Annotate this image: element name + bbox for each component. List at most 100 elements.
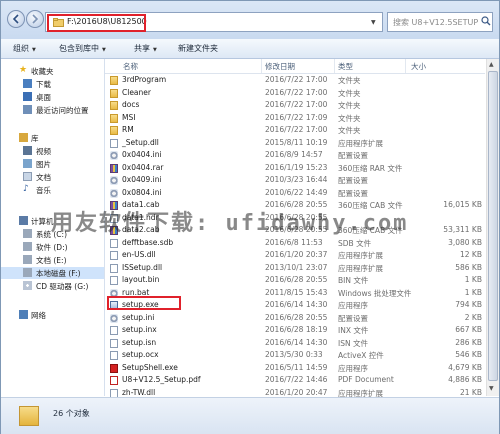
nav-videos[interactable]: 视频 [1, 145, 104, 157]
nav-drive-d[interactable]: 软件 (D:) [1, 241, 104, 253]
nav-desktop[interactable]: 桌面 [1, 91, 104, 103]
file-row[interactable]: docs 2016/7/22 17:00 文件夹 [105, 99, 485, 112]
file-row[interactable]: 0x0409.ini 2010/3/23 16:44 配置设置 [105, 174, 485, 187]
file-type: 文件夹 [338, 113, 361, 123]
drive-icon [23, 268, 32, 277]
file-row[interactable]: data1.cab 2016/6/28 20:55 360压缩 CAB 文件 16,0… [105, 199, 485, 212]
nav-network[interactable]: 网络 [1, 309, 104, 321]
file-name: Cleaner [122, 87, 151, 97]
nav-downloads[interactable]: 下载 [1, 78, 104, 90]
file-size: 12 KB [460, 250, 482, 259]
file-row[interactable]: ISSetup.dll 2013/10/1 23:07 应用程序扩展 586 KB [105, 262, 485, 275]
file-type: 文件夹 [338, 126, 361, 135]
file-row[interactable]: _Setup.dll 2015/8/11 10:19 应用程序扩展 [105, 137, 485, 150]
scroll-down-icon[interactable]: ▼ [489, 385, 494, 392]
nav-libraries[interactable]: 库 [1, 132, 104, 144]
file-icon [110, 138, 118, 148]
file-name: layout.bin [122, 275, 160, 284]
file-date: 2015/8/11 10:19 [265, 137, 328, 147]
column-separator[interactable] [261, 59, 262, 73]
file-row[interactable]: 0x0804.ini 2010/6/22 14:49 配置设置 [105, 187, 485, 200]
scrollbar-thumb[interactable] [488, 71, 498, 381]
file-row[interactable]: defftbase.sdb 2016/6/8 11:53 SDB 文件 3,080 K… [105, 237, 485, 250]
file-type: ActiveX 控件 [338, 351, 384, 360]
nav-favorites[interactable]: ★ 收藏夹 [1, 65, 104, 77]
back-button[interactable] [7, 10, 25, 28]
file-name: MSI [122, 112, 136, 122]
nav-computer[interactable]: 计算机 [1, 215, 104, 227]
file-type: 文件夹 [338, 88, 361, 98]
file-row[interactable]: data2.cab 2016/6/28 20:55 360压缩 CAB 文件 53,3… [105, 224, 485, 237]
file-type: 配置设置 [338, 151, 368, 160]
column-date[interactable]: 修改日期 [265, 61, 295, 72]
file-row[interactable]: 0x0404.ini 2016/8/9 14:57 配置设置 [105, 149, 485, 162]
file-name: docs [122, 100, 140, 109]
nav-label: 下载 [36, 80, 51, 89]
column-separator[interactable] [334, 59, 335, 73]
file-type: 应用程序扩展 [338, 138, 383, 148]
file-row[interactable]: U8+V12.5_Setup.pdf 2016/7/22 14:46 PDF Doc… [105, 374, 485, 387]
organize-button[interactable]: 组织 ▼ [13, 43, 36, 54]
nav-label: 系统 (C:) [36, 230, 67, 239]
file-row[interactable]: setup.ocx 2013/5/30 0:33 ActiveX 控件 546 KB [105, 349, 485, 362]
file-date: 2013/10/1 23:07 [265, 262, 328, 272]
nav-label: 网络 [31, 311, 46, 320]
file-date: 2016/6/14 14:30 [265, 300, 328, 309]
file-row[interactable]: 0x0404.rar 2016/1/19 15:23 360压缩 RAR 文件 [105, 162, 485, 175]
vertical-scrollbar[interactable]: ▲ ▼ [486, 59, 499, 396]
file-size: 1 KB [464, 275, 482, 284]
file-row[interactable]: Cleaner 2016/7/22 17:00 文件夹 [105, 87, 485, 100]
column-separator[interactable] [405, 59, 406, 73]
share-button[interactable]: 共享 ▼ [134, 43, 157, 54]
nav-recent[interactable]: 最近访问的位置 [1, 104, 104, 116]
file-date: 2016/6/28 18:19 [265, 325, 328, 334]
file-type: 应用程序 [338, 363, 368, 373]
new-folder-button[interactable]: 新建文件夹 [178, 43, 218, 54]
forward-arrow-icon [32, 14, 39, 24]
include-library-button[interactable]: 包含到库中 ▼ [59, 43, 106, 54]
column-size[interactable]: 大小 [411, 61, 426, 72]
file-row[interactable]: setup.ini 2016/6/28 20:55 配置设置 2 KB [105, 312, 485, 325]
file-row[interactable]: MSI 2016/7/22 17:09 文件夹 [105, 112, 485, 125]
search-icon[interactable] [481, 16, 491, 26]
file-date: 2016/7/22 17:09 [265, 112, 328, 122]
file-row[interactable]: data1.hdr 2016/6/28 20:55 [105, 212, 485, 225]
folder-icon [110, 113, 118, 123]
settings-file-icon [110, 176, 118, 185]
file-row[interactable]: RM 2016/7/22 17:00 文件夹 [105, 124, 485, 137]
file-row[interactable]: 3rdProgram 2016/7/22 17:00 文件夹 [105, 74, 485, 87]
file-row[interactable]: en-US.dll 2016/1/20 20:37 应用程序扩展 12 KB [105, 249, 485, 262]
archive-icon [110, 163, 118, 173]
file-icon [110, 326, 118, 335]
nav-label: 文档 (E:) [36, 256, 67, 265]
star-icon: ★ [19, 65, 28, 75]
file-type: 应用程序 [338, 301, 368, 310]
nav-documents[interactable]: 文档 [1, 171, 104, 183]
file-row[interactable]: SetupShell.exe 2016/5/11 14:59 应用程序 4,679 K… [105, 362, 485, 375]
nav-drive-c[interactable]: 系统 (C:) [1, 228, 104, 240]
caret-down-icon: ▼ [102, 47, 106, 53]
forward-button[interactable] [26, 10, 44, 28]
file-row[interactable]: setup.inx 2016/6/28 18:19 INX 文件 667 KB [105, 324, 485, 337]
nav-label: 本地磁盘 (F:) [36, 269, 81, 278]
file-name: _Setup.dll [122, 137, 159, 147]
setupshell-icon [110, 363, 118, 373]
chevron-down-icon[interactable]: ▼ [371, 19, 376, 26]
nav-drive-g[interactable]: CD 驱动器 (G:) [1, 280, 104, 292]
file-row[interactable]: setup.isn 2016/6/14 14:30 ISN 文件 286 KB [105, 337, 485, 350]
file-row[interactable]: layout.bin 2016/6/28 20:55 BIN 文件 1 KB [105, 274, 485, 287]
column-type[interactable]: 类型 [338, 61, 353, 72]
column-name[interactable]: 名称 [123, 61, 138, 72]
file-size: 794 KB [455, 300, 482, 309]
setup-exe-highlight [107, 296, 181, 310]
nav-music[interactable]: ♪ 音乐 [1, 184, 104, 196]
file-name: setup.ocx [122, 350, 159, 359]
folder-icon [110, 126, 118, 135]
file-icon [110, 263, 118, 273]
scroll-up-icon[interactable]: ▲ [489, 61, 494, 68]
nav-drive-f[interactable]: 本地磁盘 (F:) [1, 267, 104, 279]
nav-drive-e[interactable]: 文档 (E:) [1, 254, 104, 266]
nav-pictures[interactable]: 图片 [1, 158, 104, 170]
desktop-icon [23, 92, 32, 101]
archive-icon [110, 226, 118, 235]
